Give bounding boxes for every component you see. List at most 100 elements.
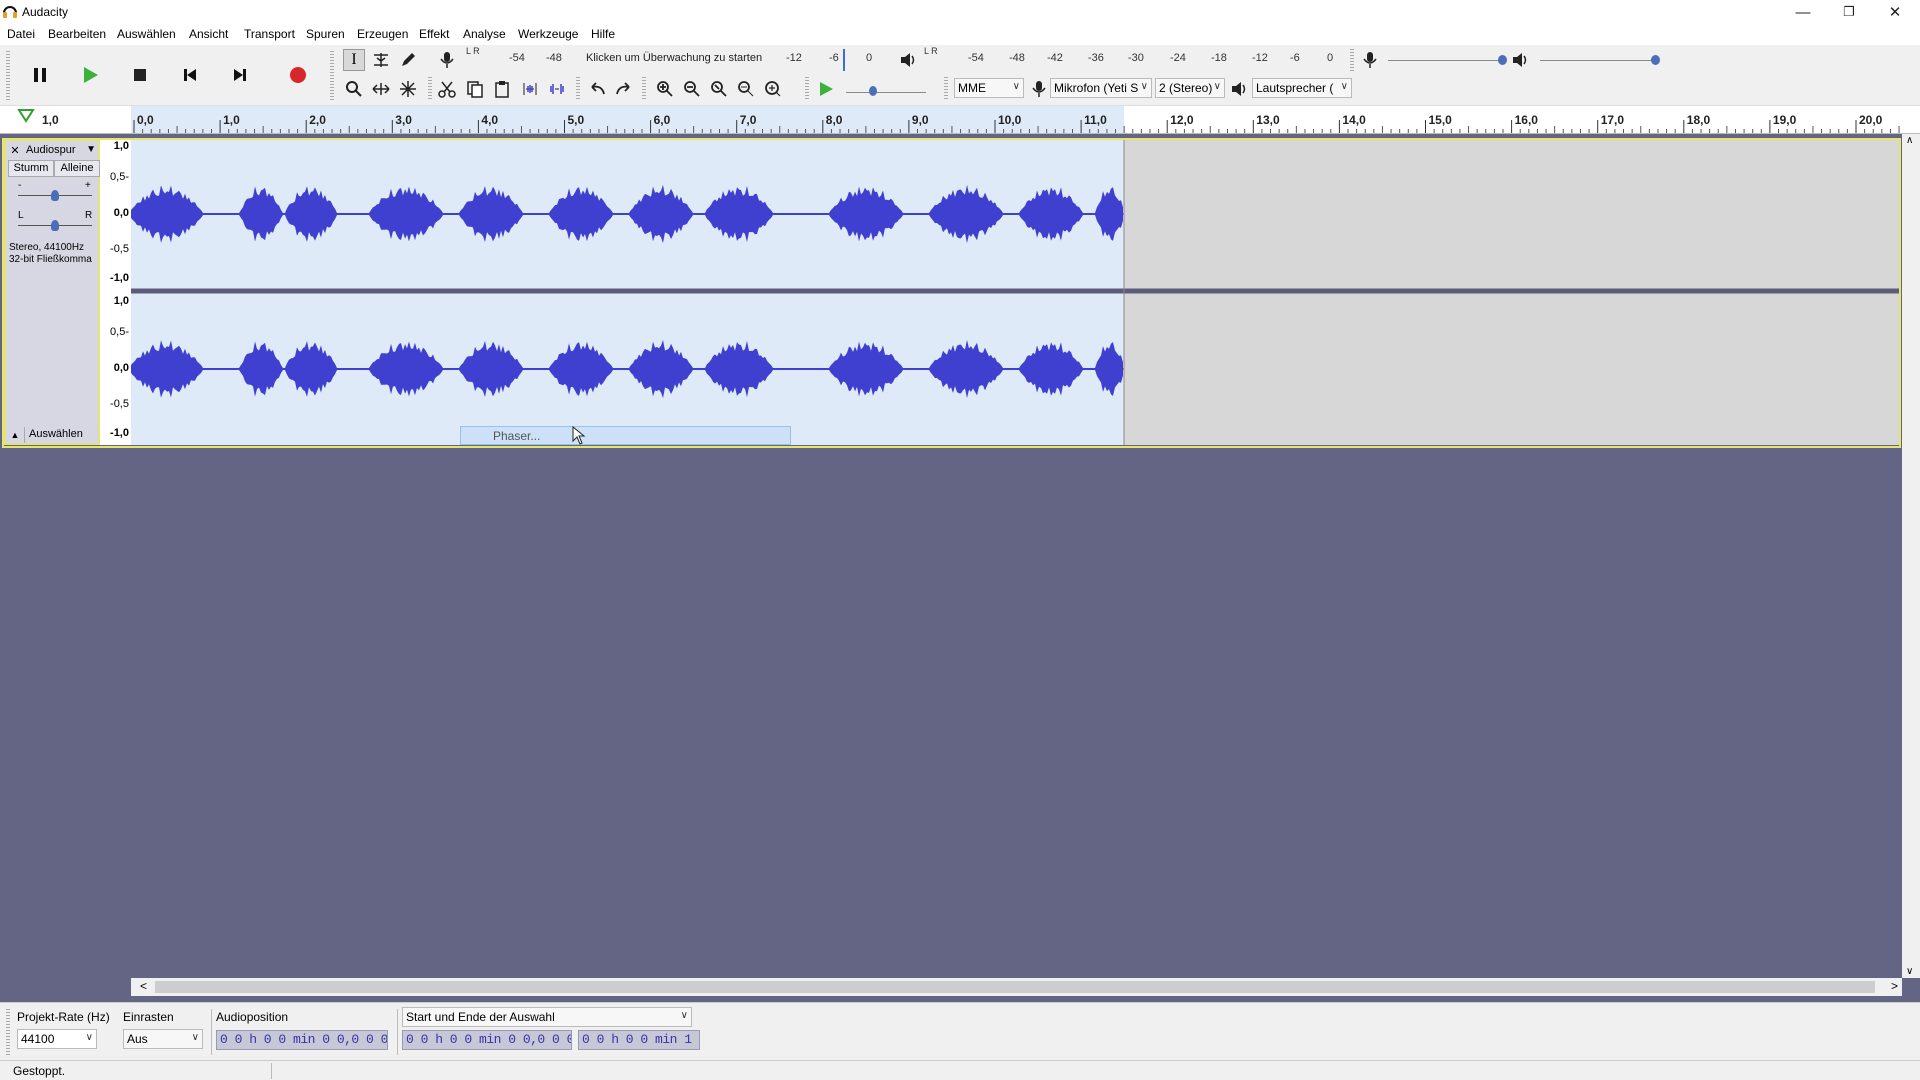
zoom-selection-icon [711, 81, 727, 97]
chevron-down-icon: ∨ [1140, 81, 1148, 92]
play-speed-thumb[interactable] [869, 86, 877, 96]
menu-transport[interactable]: Transport [244, 27, 295, 41]
draw-tool-button[interactable] [397, 49, 419, 71]
record-meter-tick: -54 [509, 52, 525, 64]
menu-bearbeiten[interactable]: Bearbeiten [48, 27, 106, 41]
stop-button[interactable] [118, 57, 162, 93]
redo-button[interactable] [612, 77, 636, 101]
input-volume-thumb[interactable] [1498, 55, 1507, 65]
audio-host-select[interactable]: MME ∨ [954, 78, 1024, 98]
zoom-out-button[interactable] [680, 77, 704, 101]
toolbar-grip[interactable] [1350, 49, 1354, 71]
record-meter-tick: -48 [546, 52, 562, 64]
selection-end-field[interactable]: 0 0 h 0 0 min 1 1,5 2 [578, 1030, 700, 1050]
toolbar-grip[interactable] [944, 77, 948, 101]
menu-effekt[interactable]: Effekt [419, 27, 449, 41]
status-bar: Gestoppt. [0, 1060, 1920, 1080]
snap-select[interactable]: Aus ∨ [123, 1029, 203, 1049]
zoom-tool-button[interactable] [343, 77, 365, 101]
silence-icon [550, 84, 564, 94]
fit-selection-button[interactable] [707, 77, 731, 101]
pencil-icon [402, 53, 415, 66]
selection-mode-select[interactable]: Start und Ende der Auswahl ∨ [402, 1007, 692, 1027]
toolbar-grip[interactable] [6, 51, 10, 101]
ruler-label: 14,0 [1342, 113, 1366, 127]
toolbar-grip[interactable] [428, 77, 432, 101]
ruler-start-label: 1,0 [42, 113, 59, 127]
skip-to-end-button[interactable] [218, 57, 262, 93]
menu-werkzeuge[interactable]: Werkzeuge [518, 27, 578, 41]
play-meter-tick: -6 [1290, 52, 1300, 64]
pause-button[interactable] [18, 57, 62, 93]
audio-position-field[interactable]: 0 0 h 0 0 min 0 0,0 0 0 sec [216, 1030, 388, 1050]
project-rate-select[interactable]: 44100 ∨ [17, 1029, 97, 1049]
fit-project-button[interactable] [734, 77, 758, 101]
zoom-in-button[interactable] [653, 77, 677, 101]
zoom-in-icon [657, 81, 673, 97]
paste-button[interactable] [491, 77, 513, 101]
zoom-toggle-button[interactable] [761, 77, 785, 101]
minimize-button[interactable]: — [1780, 0, 1826, 24]
recording-channels-select[interactable]: 2 (Stereo) ∨ [1155, 78, 1225, 98]
multi-tool-icon [400, 81, 416, 97]
scissors-icon [438, 81, 456, 98]
skip-to-start-button[interactable] [168, 57, 212, 93]
play-meter-tick: -30 [1128, 52, 1144, 64]
stop-icon [134, 69, 146, 81]
play-meter-tick: -24 [1170, 52, 1186, 64]
play-button[interactable] [68, 57, 112, 93]
menu-spuren[interactable]: Spuren [306, 27, 345, 41]
menu-hilfe[interactable]: Hilfe [591, 27, 615, 41]
audacity-logo-icon [3, 6, 17, 18]
envelope-tool-button[interactable] [370, 49, 392, 71]
multi-tool-button[interactable] [397, 77, 419, 101]
selection-start-field[interactable]: 0 0 h 0 0 min 0 0,0 0 0 sec [402, 1030, 572, 1050]
input-volume-slider[interactable] [1388, 60, 1506, 61]
scroll-left-icon[interactable]: < [140, 979, 147, 993]
redo-icon [616, 82, 630, 95]
toolbar-grip[interactable] [6, 1009, 10, 1055]
trim-audio-button[interactable] [519, 77, 541, 101]
record-meter-hint[interactable]: Klicken um Überwachung zu starten [586, 52, 762, 64]
output-volume-slider[interactable] [1540, 60, 1658, 61]
playback-device-select[interactable]: Lautsprecher (∨ [1252, 78, 1352, 98]
menu-auswaehlen[interactable]: Auswählen [117, 27, 176, 41]
scroll-down-icon[interactable]: ∨ [1906, 966, 1913, 977]
record-meter-mic-button[interactable] [436, 49, 458, 71]
play-at-speed-button[interactable] [814, 77, 838, 101]
play-head-triangle-icon[interactable] [17, 109, 35, 123]
vertical-scrollbar[interactable]: ∧ ∨ [1902, 134, 1920, 978]
toolbar-grip[interactable] [805, 77, 809, 101]
horizontal-scrollbar[interactable]: < > [131, 978, 1902, 996]
silence-audio-button[interactable] [546, 77, 568, 101]
close-button[interactable]: ✕ [1872, 0, 1918, 24]
maximize-button[interactable]: ❐ [1826, 0, 1872, 24]
copy-button[interactable] [464, 77, 486, 101]
status-text: Gestoppt. [13, 1064, 66, 1078]
toolbar-grip[interactable] [642, 77, 646, 101]
menu-analyse[interactable]: Analyse [463, 27, 506, 41]
recording-device-select[interactable]: Mikrofon (Yeti S ∨ [1050, 78, 1152, 98]
record-icon [290, 67, 306, 83]
record-button[interactable] [276, 57, 320, 93]
speaker-icon [1232, 82, 1246, 96]
menu-erzeugen[interactable]: Erzeugen [357, 27, 408, 41]
play-meter-speaker-button[interactable] [896, 49, 920, 71]
scroll-up-icon[interactable]: ∧ [1906, 135, 1913, 146]
snap-value: Aus [127, 1032, 148, 1046]
undo-button[interactable] [585, 77, 609, 101]
toolbar-grip[interactable] [330, 51, 334, 101]
selection-tool-button[interactable]: I [343, 49, 365, 71]
ruler-label: 4,0 [481, 113, 498, 127]
toolbar-grip[interactable] [576, 77, 580, 101]
scroll-right-icon[interactable]: > [1891, 979, 1898, 993]
time-shift-tool-button[interactable] [370, 77, 392, 101]
cut-button[interactable] [436, 77, 458, 101]
output-volume-thumb[interactable] [1651, 55, 1660, 65]
menu-datei[interactable]: Datei [7, 27, 35, 41]
menu-ansicht[interactable]: Ansicht [189, 27, 228, 41]
timeline-ruler[interactable]: 1,0 0,0 1,0 2,0 3,0 4,0 5,0 6,0 7,0 8,0 9,0 10,0 11… [0, 106, 1920, 134]
horizontal-scroll-thumb[interactable] [155, 981, 1875, 993]
play-speed-slider[interactable] [846, 92, 926, 93]
play-meter-tick: -48 [1009, 52, 1025, 64]
